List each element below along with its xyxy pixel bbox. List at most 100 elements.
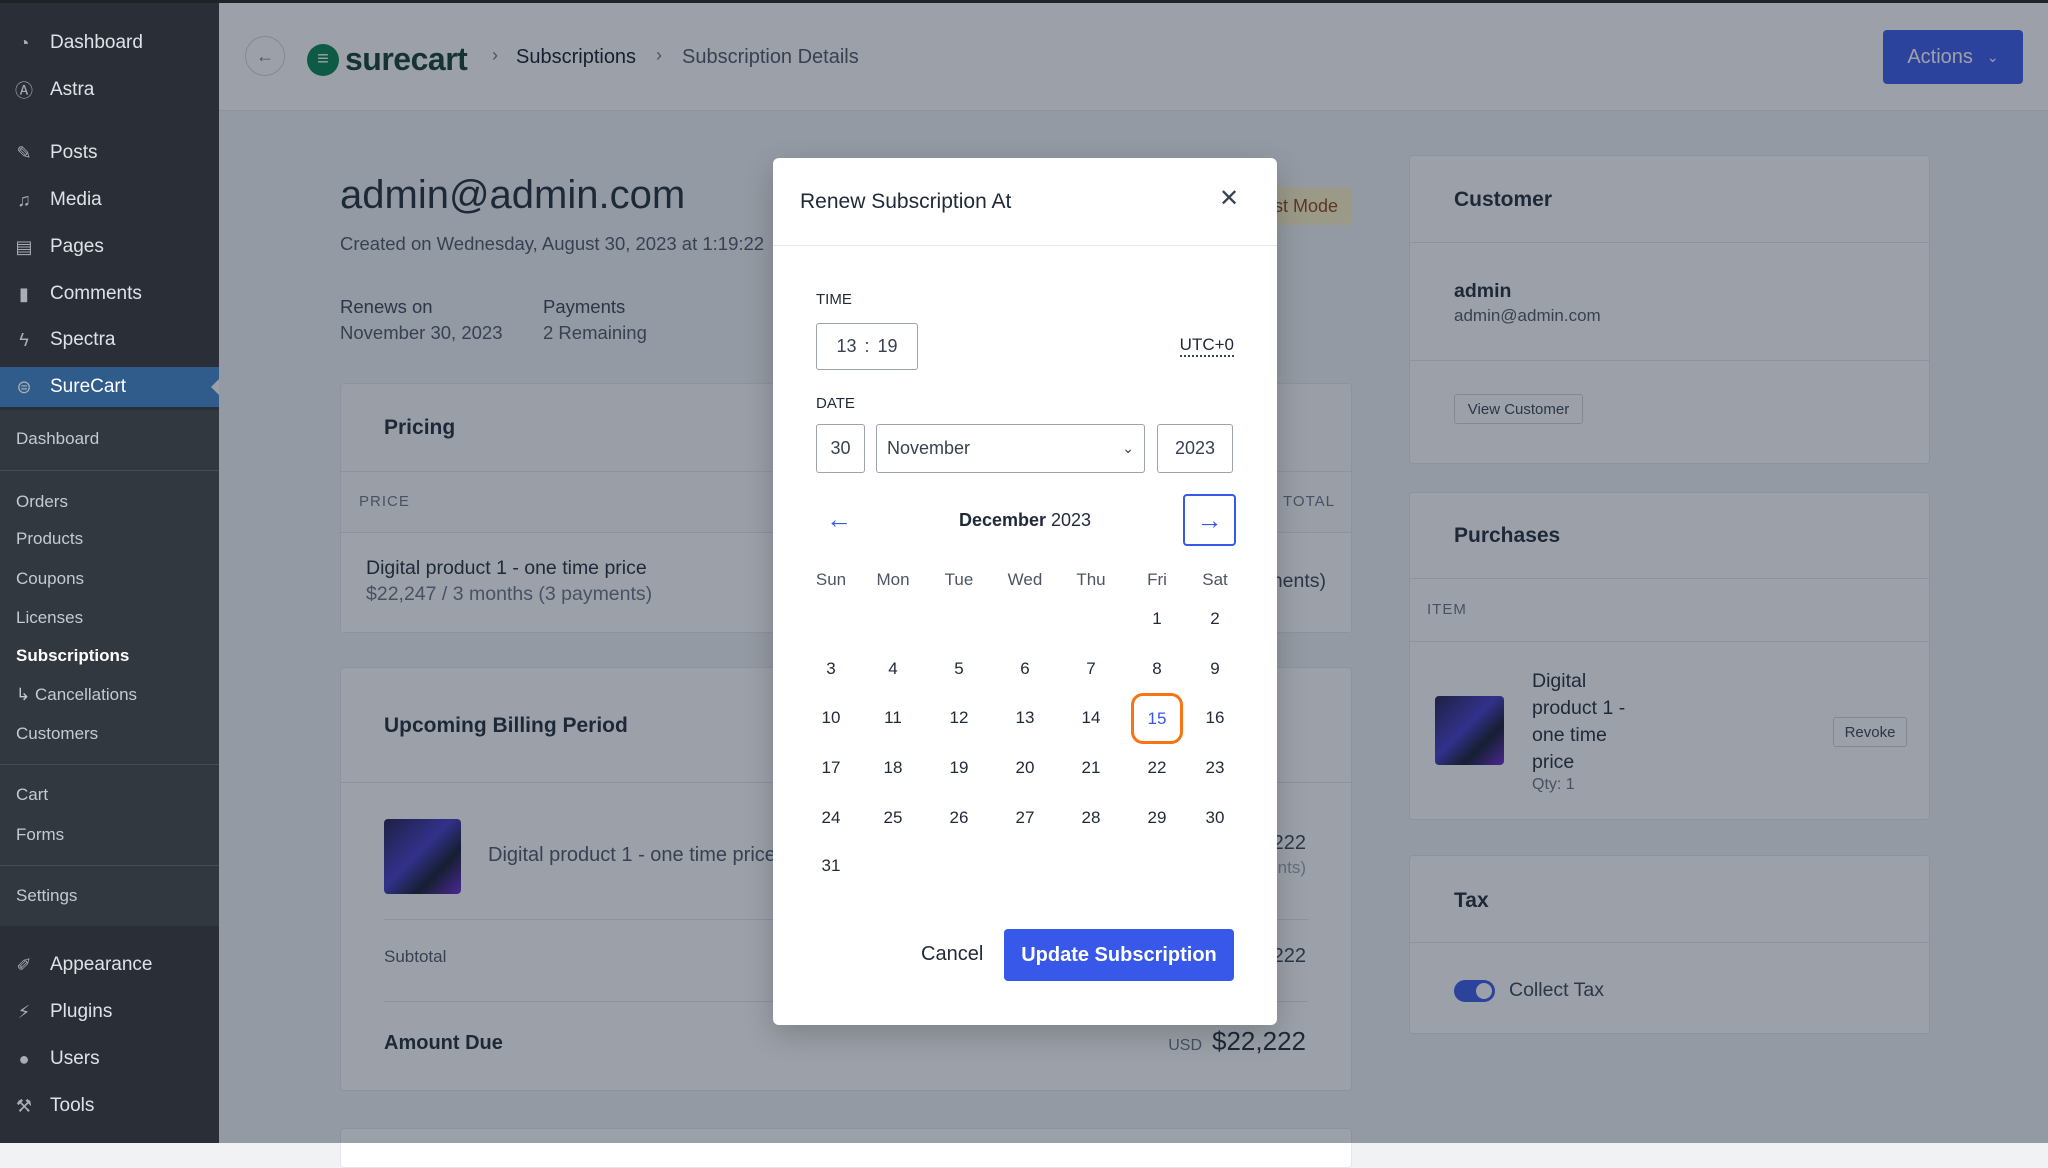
sidebar-item-dashboard[interactable]: ◔ Dashboard: [0, 23, 219, 63]
time-input[interactable]: 13:19: [816, 323, 918, 370]
sidebar-item-users[interactable]: ● Users: [0, 1039, 219, 1079]
submenu-item-products[interactable]: Products: [16, 529, 83, 549]
calendar-day[interactable]: 4: [868, 647, 918, 691]
sidebar-item-label: Users: [50, 1048, 100, 1069]
calendar-day[interactable]: 2: [1190, 597, 1240, 641]
hour-field[interactable]: 13: [836, 336, 856, 357]
sidebar-item-label: SureCart: [50, 376, 127, 397]
timezone-label[interactable]: UTC+0: [1179, 335, 1234, 357]
calendar-day[interactable]: 14: [1066, 696, 1116, 740]
sidebar-item-label: Tools: [50, 1095, 95, 1116]
weekday-header: Sun: [815, 570, 847, 589]
submenu-item-dashboard[interactable]: Dashboard: [16, 429, 99, 449]
calendar-day[interactable]: 7: [1066, 647, 1116, 691]
media-icon: ♫: [17, 189, 31, 210]
calendar-day[interactable]: 11: [868, 696, 918, 740]
sidebar-item-label: Plugins: [50, 1001, 113, 1022]
submenu-item-cart[interactable]: Cart: [16, 785, 48, 805]
renew-subscription-dialog: Renew Subscription At ✕ TIME 13:19 UTC+0…: [773, 158, 1277, 1025]
sidebar-item-label: Posts: [50, 142, 98, 163]
calendar-day[interactable]: 17: [806, 746, 856, 790]
calendar-day[interactable]: 12: [934, 696, 984, 740]
calendar-day[interactable]: 5: [934, 647, 984, 691]
chevron-down-icon: ⌄: [1122, 440, 1134, 456]
sidebar-item-tools[interactable]: ⚒ Tools: [0, 1086, 219, 1126]
update-subscription-button[interactable]: Update Subscription: [1004, 929, 1234, 981]
submenu-item-customers[interactable]: Customers: [16, 724, 98, 744]
calendar-day[interactable]: 13: [1000, 696, 1050, 740]
year-input[interactable]: 2023: [1157, 424, 1233, 473]
minute-field[interactable]: 19: [878, 336, 898, 357]
submenu-item-cancellations[interactable]: ↳ Cancellations: [16, 685, 137, 705]
submenu-item-orders[interactable]: Orders: [16, 492, 68, 512]
calendar-day[interactable]: 24: [806, 796, 856, 840]
sidebar-item-spectra[interactable]: ϟ Spectra: [0, 320, 219, 360]
calendar-day[interactable]: 6: [1000, 647, 1050, 691]
sidebar-item-label: Comments: [50, 283, 142, 304]
day-input[interactable]: 30: [816, 424, 865, 473]
sidebar-item-comments[interactable]: ▮ Comments: [0, 274, 219, 314]
calendar-day[interactable]: 31: [806, 844, 856, 888]
calendar-day-selected[interactable]: 15: [1131, 693, 1183, 744]
submenu-item-forms[interactable]: Forms: [16, 825, 64, 845]
calendar-day[interactable]: 23: [1190, 746, 1240, 790]
sidebar-item-label: Media: [50, 189, 102, 210]
sidebar-item-media[interactable]: ♫ Media: [0, 180, 219, 220]
weekday-header: Mon: [876, 570, 910, 589]
calendar-day[interactable]: 3: [806, 647, 856, 691]
spectra-icon: ϟ: [19, 329, 29, 350]
dialog-title: Renew Subscription At: [800, 190, 1012, 213]
weekday-header: Thu: [1076, 570, 1106, 589]
calendar-day[interactable]: 1: [1132, 597, 1182, 641]
calendar-day[interactable]: 18: [868, 746, 918, 790]
submenu-item-licenses[interactable]: Licenses: [16, 608, 83, 628]
divider: [0, 865, 219, 866]
prev-month-button[interactable]: ←: [826, 504, 852, 535]
sidebar-item-label: Pages: [50, 236, 104, 257]
submenu-item-coupons[interactable]: Coupons: [16, 569, 84, 589]
admin-sidebar: Dashboard Orders Products Coupons Licenses Su…: [0, 0, 219, 1143]
sidebar-item-plugins[interactable]: ⚡ Plugins: [0, 992, 219, 1032]
calendar-day[interactable]: 21: [1066, 746, 1116, 790]
sidebar-item-pages[interactable]: ▤ Pages: [0, 227, 219, 267]
sidebar-item-posts[interactable]: ✎ Posts: [0, 133, 219, 173]
close-button[interactable]: ✕: [1219, 184, 1239, 213]
admin-bar: [0, 0, 2048, 3]
brush-icon: ✐: [16, 954, 32, 975]
next-month-button[interactable]: →: [1183, 494, 1236, 546]
sidebar-item-label: Spectra: [50, 329, 116, 350]
close-icon: ✕: [1219, 185, 1240, 212]
calendar-day[interactable]: 16: [1190, 696, 1240, 740]
dashboard-icon: ◔: [18, 32, 30, 53]
month-select[interactable]: November ⌄: [876, 424, 1145, 473]
calendar-day[interactable]: 22: [1132, 746, 1182, 790]
divider: [0, 764, 219, 765]
surecart-submenu: Dashboard Orders Products Coupons Licenses Su…: [0, 410, 219, 926]
submenu-item-settings[interactable]: Settings: [16, 886, 77, 906]
calendar-day[interactable]: 19: [934, 746, 984, 790]
calendar-day[interactable]: 10: [806, 696, 856, 740]
calendar-day[interactable]: 28: [1066, 796, 1116, 840]
astra-icon: Ⓐ: [15, 81, 33, 101]
plugin-icon: ⚡: [17, 1001, 31, 1022]
sidebar-item-label: Appearance: [50, 954, 153, 975]
surecart-icon: ⊜: [16, 376, 32, 397]
submenu-item-subscriptions[interactable]: Subscriptions: [16, 646, 129, 666]
sidebar-item-appearance[interactable]: ✐ Appearance: [0, 945, 219, 985]
calendar-day[interactable]: 9: [1190, 647, 1240, 691]
calendar-day[interactable]: 30: [1190, 796, 1240, 840]
wrench-icon: ⚒: [15, 1095, 33, 1116]
weekday-header: Sat: [1202, 570, 1228, 589]
calendar-day[interactable]: 25: [868, 796, 918, 840]
calendar-day[interactable]: 8: [1132, 647, 1182, 691]
calendar-day[interactable]: 20: [1000, 746, 1050, 790]
arrow-left-icon: ←: [826, 504, 852, 534]
cancel-button[interactable]: Cancel: [921, 943, 983, 966]
sidebar-item-surecart[interactable]: ⊜ SureCart: [0, 367, 219, 407]
calendar-day[interactable]: 29: [1132, 796, 1182, 840]
calendar-day[interactable]: 27: [1000, 796, 1050, 840]
user-icon: ●: [18, 1048, 30, 1069]
sidebar-item-astra[interactable]: Ⓐ Astra: [0, 70, 219, 110]
weekday-header: Wed: [1007, 570, 1043, 589]
calendar-day[interactable]: 26: [934, 796, 984, 840]
